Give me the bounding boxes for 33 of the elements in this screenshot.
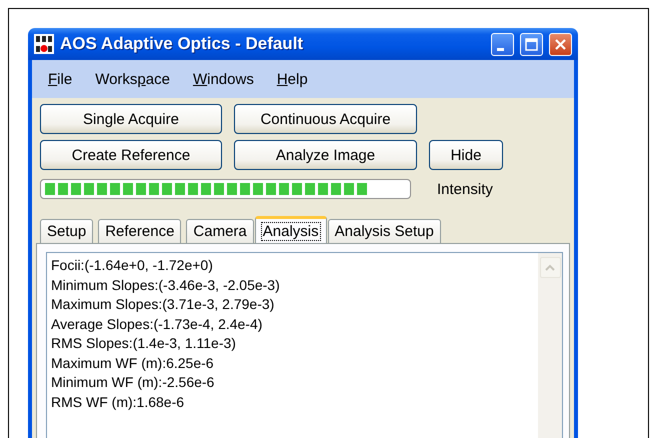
action-button[interactable]: Single Acquire: [40, 104, 222, 134]
caret-up-icon: [545, 264, 555, 271]
tab[interactable]: Analysis Setup: [328, 219, 441, 243]
window-title: AOS Adaptive Optics - Default: [60, 34, 304, 54]
menu-item[interactable]: Help: [268, 70, 323, 88]
close-button[interactable]: [549, 32, 572, 56]
tab[interactable]: Reference: [98, 219, 182, 243]
result-line: RMS Slopes:(1.4e-3, 1.11e-3): [51, 334, 237, 353]
action-button[interactable]: Hide: [429, 140, 503, 170]
result-line: Average Slopes:(-1.73e-4, 2.4e-4): [51, 314, 264, 334]
result-line: RMS WF (m):1.68e-6: [51, 392, 186, 412]
maximize-button[interactable]: [520, 32, 543, 56]
action-button[interactable]: Continuous Acquire: [234, 104, 417, 134]
menu-item[interactable]: Workspace: [87, 70, 185, 88]
result-line: Maximum Slopes:(3.71e-3, 2.79e-3): [51, 295, 276, 314]
minimize-icon: [496, 48, 504, 50]
scrollbar[interactable]: [538, 253, 562, 438]
result-line: Focii:(-1.64e+0, -1.72e+0): [51, 256, 214, 275]
minimize-button[interactable]: [491, 32, 514, 56]
tab[interactable]: Camera: [186, 219, 254, 243]
result-line: Minimum Slopes:(-3.46e-3, -2.05e-3): [51, 276, 281, 295]
menu-item[interactable]: File: [40, 70, 88, 88]
action-button[interactable]: Create Reference: [40, 140, 222, 170]
intensity-label: Intensity: [437, 180, 493, 198]
action-button[interactable]: Analyze Image: [234, 140, 417, 170]
close-icon: [553, 36, 568, 52]
result-line: Maximum WF (m):6.25e-6: [51, 354, 215, 373]
app-logo-icon: [34, 34, 54, 54]
tab[interactable]: Setup: [40, 219, 94, 243]
tab[interactable]: Analysis: [254, 216, 327, 243]
result-line: Minimum WF (m):-2.56e-6: [51, 373, 216, 392]
maximize-icon: [524, 36, 539, 52]
menu-item[interactable]: Windows: [184, 70, 269, 88]
